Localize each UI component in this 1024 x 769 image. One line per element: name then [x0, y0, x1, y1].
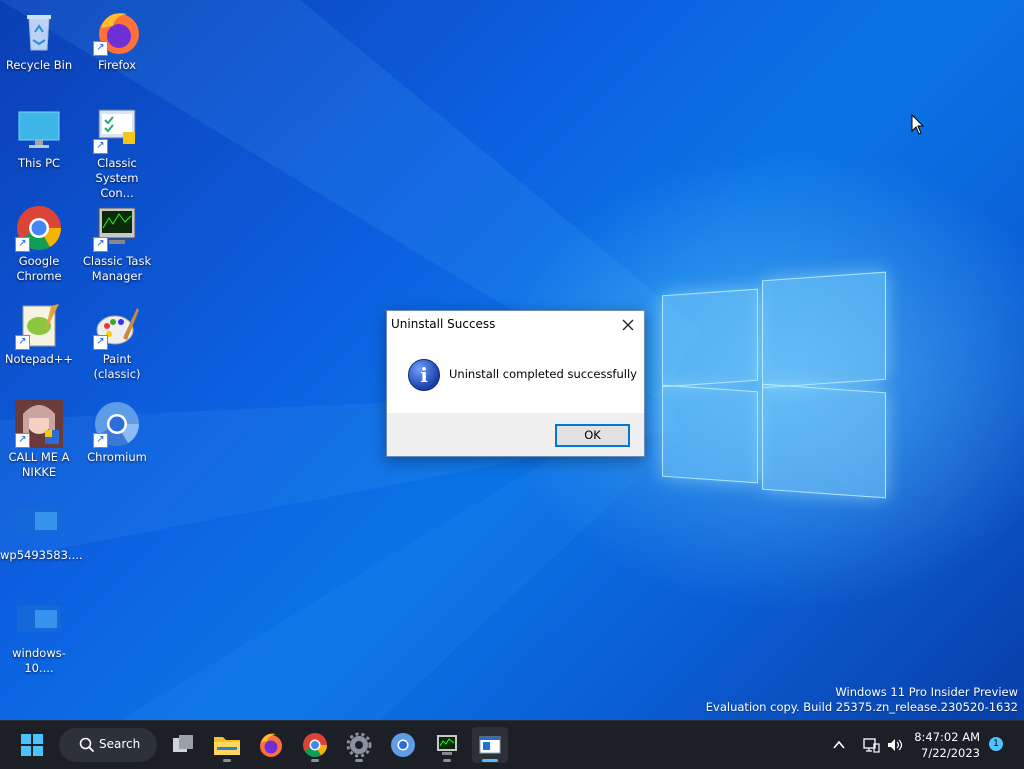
search-label: Search: [99, 737, 141, 751]
volume-icon[interactable]: [886, 736, 904, 754]
recycle-bin-icon: [15, 8, 63, 56]
desktop-icon-google-chrome[interactable]: ↗ Google Chrome: [0, 204, 78, 284]
desktop-icon-label: windows-10....: [12, 646, 66, 675]
taskbar-chrome[interactable]: [297, 727, 333, 763]
desktop-icon-label: Google Chrome: [16, 254, 62, 283]
desktop-icon-label: Notepad++: [4, 352, 74, 366]
desktop-icon-paint-classic[interactable]: ↗ Paint (classic): [78, 302, 156, 382]
dialog-footer: OK: [387, 413, 644, 456]
task-manager-icon: ↗: [93, 204, 141, 252]
search-icon: [79, 737, 95, 753]
dialog-message: Uninstall completed successfully: [449, 367, 637, 381]
desktop-icon-recycle-bin[interactable]: Recycle Bin: [0, 8, 78, 73]
chevron-up-icon[interactable]: [832, 738, 846, 752]
desktop-icon-label: This PC: [17, 156, 61, 170]
desktop-icon-chromium[interactable]: ↗ Chromium: [78, 400, 156, 465]
dialog-title: Uninstall Success: [391, 317, 496, 331]
running-indicator: [443, 759, 451, 762]
windows-start-icon: [21, 734, 43, 756]
taskbar-clock[interactable]: 8:47:02 AM 7/22/2023: [914, 729, 980, 761]
ok-button[interactable]: OK: [555, 424, 630, 447]
desktop-icon-classic-system-control[interactable]: ↗ Classic System Con...: [78, 106, 156, 201]
running-indicator: [355, 759, 363, 762]
shortcut-arrow-icon: ↗: [15, 433, 30, 448]
running-indicator: [311, 759, 319, 762]
close-icon: [622, 319, 634, 331]
chromium-icon: [391, 733, 415, 757]
desktop-icon-wp-image[interactable]: wp5493583....: [0, 498, 83, 563]
dialog-title-bar[interactable]: Uninstall Success: [387, 311, 644, 338]
shortcut-arrow-icon: ↗: [15, 237, 30, 252]
task-view-button[interactable]: [165, 727, 201, 763]
shortcut-arrow-icon: ↗: [93, 237, 108, 252]
taskbar: Search 8:47:02 AM 7/22/2023 1: [0, 720, 1024, 769]
watermark-line-2: Evaluation copy. Build 25375.zn_release.…: [705, 700, 1018, 714]
nikke-icon: ↗: [15, 400, 63, 448]
shortcut-arrow-icon: ↗: [93, 139, 108, 154]
chromium-icon: ↗: [93, 400, 141, 448]
network-icon[interactable]: [862, 736, 880, 754]
task-manager-icon: [437, 735, 457, 755]
shortcut-arrow-icon: ↗: [93, 433, 108, 448]
mouse-cursor-icon: [911, 114, 925, 135]
taskbar-task-manager[interactable]: [429, 727, 465, 763]
desktop-icon-label: Classic System Con...: [95, 156, 139, 200]
desktop-icon-this-pc[interactable]: This PC: [0, 106, 78, 171]
taskbar-firefox[interactable]: [253, 727, 289, 763]
desktop-icon-notepadpp[interactable]: ↗ Notepad++: [0, 302, 78, 367]
desktop-icon-call-me-a-nikke[interactable]: ↗ CALL ME A NIKKE: [0, 400, 78, 480]
folder-icon: [214, 737, 240, 755]
clock-time: 8:47:02 AM: [914, 730, 980, 744]
desktop-icon-label: CALL ME A NIKKE: [8, 450, 70, 479]
shortcut-arrow-icon: ↗: [93, 41, 108, 56]
app-window-icon: [479, 736, 501, 754]
info-icon: i: [408, 359, 440, 391]
control-panel-icon: ↗: [93, 106, 141, 154]
taskbar-search-box[interactable]: Search: [59, 728, 157, 762]
desktop-icon-label: wp5493583....: [0, 548, 83, 562]
taskbar-chromium[interactable]: [385, 727, 421, 763]
chrome-icon: ↗: [15, 204, 63, 252]
taskbar-file-explorer[interactable]: [209, 727, 245, 763]
desktop-icon-label: Firefox: [97, 58, 137, 72]
chrome-icon: [303, 733, 327, 758]
running-indicator: [223, 759, 231, 762]
active-indicator: [482, 759, 498, 762]
windows-logo-graphic: [660, 270, 890, 500]
desktop-icon-label: Classic Task Manager: [82, 254, 152, 283]
start-button[interactable]: [14, 727, 50, 763]
taskbar-active-app[interactable]: [472, 727, 508, 763]
dialog-body: i Uninstall completed successfully: [387, 338, 644, 412]
this-pc-icon: [15, 106, 63, 154]
shortcut-arrow-icon: ↗: [15, 335, 30, 350]
desktop-icon-windows-10-image[interactable]: windows-10....: [0, 596, 78, 676]
paint-icon: ↗: [93, 302, 141, 350]
taskbar-settings[interactable]: [341, 727, 377, 763]
notification-badge[interactable]: 1: [989, 737, 1003, 751]
desktop-icon-label: Paint (classic): [93, 352, 141, 381]
watermark-line-1: Windows 11 Pro Insider Preview: [835, 685, 1018, 699]
firefox-icon: [260, 733, 282, 757]
desktop-icon-firefox[interactable]: ↗ Firefox: [78, 8, 156, 73]
shortcut-arrow-icon: ↗: [93, 335, 108, 350]
firefox-icon: ↗: [93, 8, 141, 56]
close-button[interactable]: [618, 315, 638, 335]
desktop-icon-classic-task-manager[interactable]: ↗ Classic Task Manager: [78, 204, 156, 284]
image-file-icon: [15, 498, 63, 546]
task-view-icon: [173, 735, 193, 752]
desktop-icon-label: Recycle Bin: [5, 58, 73, 72]
clock-date: 7/22/2023: [921, 746, 980, 760]
uninstall-success-dialog: Uninstall Success i Uninstall completed …: [386, 310, 645, 457]
notepadpp-icon: ↗: [15, 302, 63, 350]
gear-icon: [346, 732, 372, 758]
image-file-icon: [15, 596, 63, 644]
desktop-icon-label: Chromium: [87, 450, 147, 464]
evaluation-watermark: Windows 11 Pro Insider Preview Evaluatio…: [706, 685, 1018, 715]
